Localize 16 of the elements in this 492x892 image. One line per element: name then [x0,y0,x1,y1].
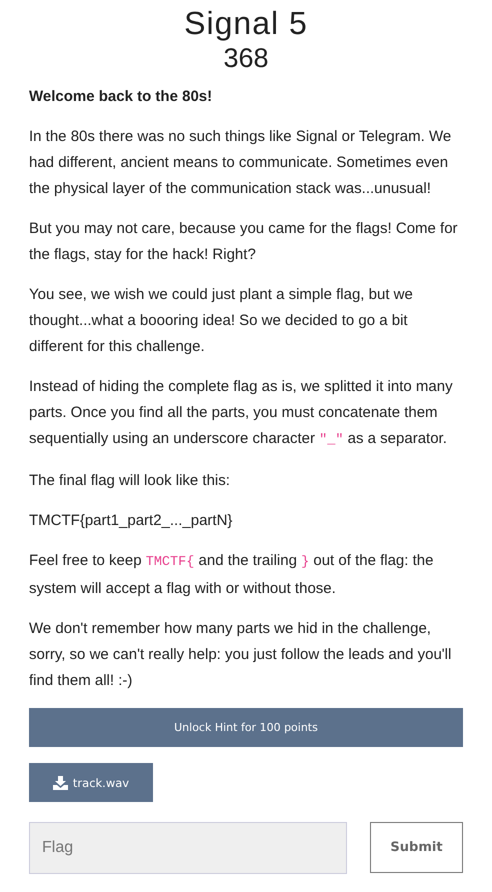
challenge-title: Signal 5 [183,4,309,42]
paragraph: Welcome back to the 80s! [29,87,214,107]
paragraph: In the 80s there was no such things like Signal or Telegram. We had different, ancient means to communicate. Sometimes even the physical layer of the communication stack was...unusual! [29,127,452,199]
paragraph: The final flag will look like this: [29,471,231,491]
submit-button[interactable]: Submit [370,822,463,873]
paragraph: But you may not care, because you came for the flags! Come for the flags, stay for the hack! Right? [29,219,459,265]
paragraph: TMCTF{part1_part2_..._partN} [29,511,234,531]
paragraph: Instead of hiding the complete flag as is, we splitted it into many parts. Once you find all the parts, you must concatenate them sequentially using an underscore character "_" as a separator. [29,377,454,450]
paragraph: Feel free to keep TMCTF{ and the trailing } out of the flag: the system will accept a flag with or without those. [29,551,434,599]
download-button[interactable]: track.wav [29,763,153,802]
paragraph: You see, we wish we could just plant a simple flag, but we thought...what a boooring idea! So we decided to go a bit different for this challenge. [29,285,414,357]
points-value: 368 [222,42,270,74]
paragraph: We don't remember how many parts we hid in the challenge, sorry, so we can't really help: you just follow the leads and you'll find them all! :-) [29,619,452,691]
download-icon [52,776,68,790]
flag-field[interactable]: Flag [29,822,347,874]
unlock-hint-button[interactable]: Unlock Hint for 100 points [29,708,463,747]
